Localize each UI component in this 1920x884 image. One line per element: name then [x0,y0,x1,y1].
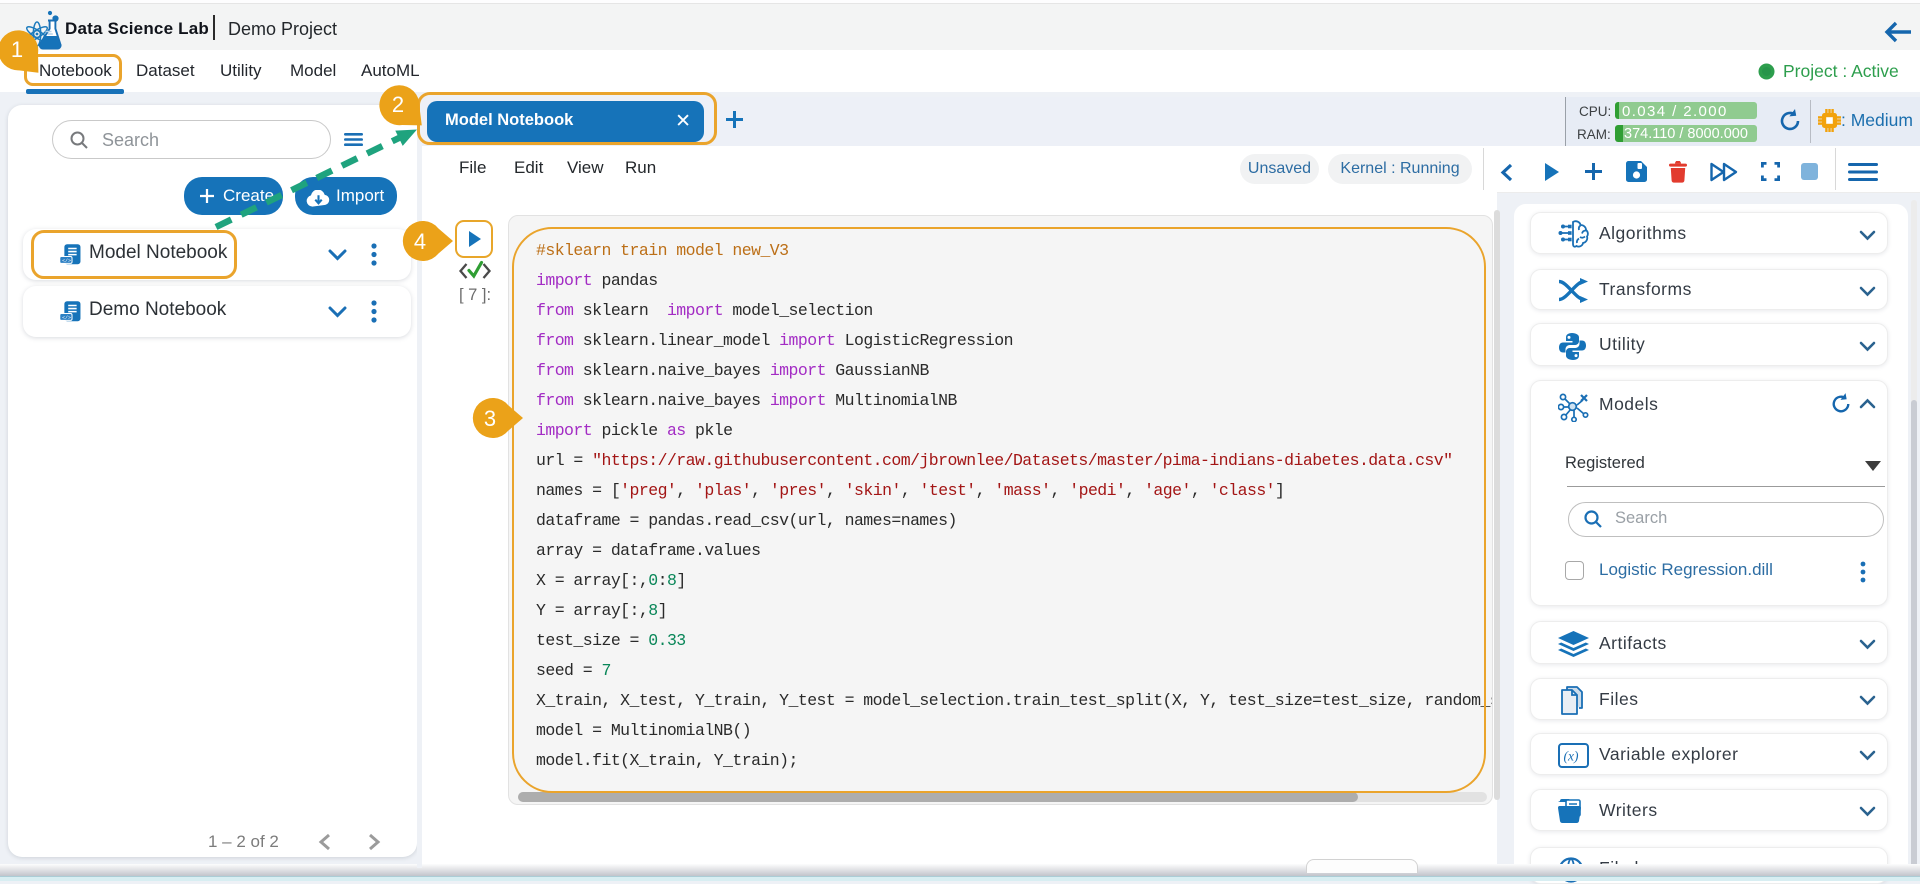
svg-text:3: 3 [484,406,496,431]
svg-text:4: 4 [414,229,426,254]
svg-text:2: 2 [392,92,404,117]
svg-text:1: 1 [11,37,23,62]
